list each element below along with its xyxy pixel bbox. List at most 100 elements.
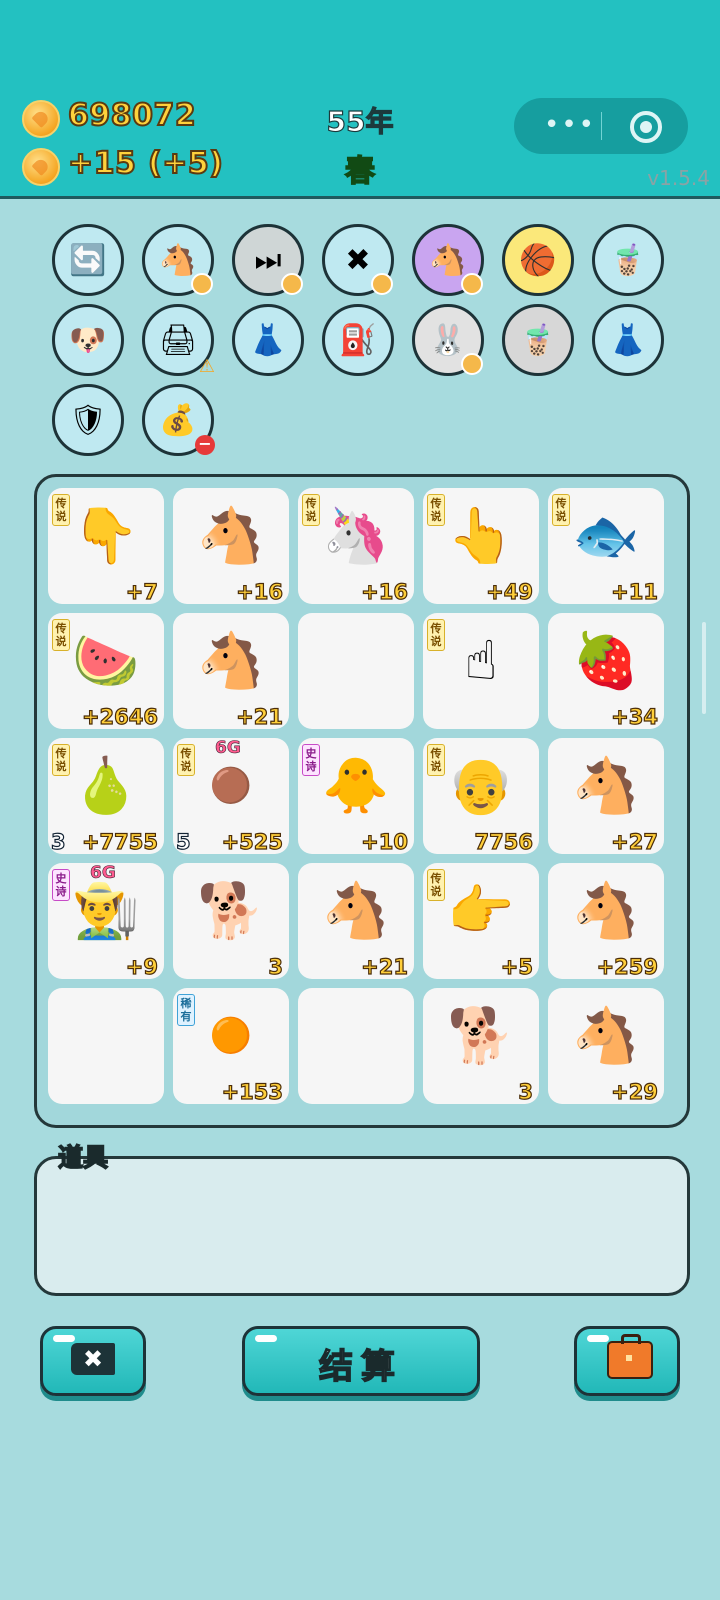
- horse-icon: 🐴: [197, 504, 265, 567]
- props-label: 道具: [57, 1142, 109, 1173]
- item-value: +11: [611, 579, 659, 604]
- delete-tag-icon[interactable]: ✖: [322, 224, 394, 296]
- bag-button[interactable]: [574, 1326, 680, 1396]
- board-cell-empty[interactable]: [298, 613, 414, 729]
- horse-pair-purple-icon[interactable]: 🐴: [412, 224, 484, 296]
- rarity-badge: 传说: [302, 494, 320, 526]
- shield-wrench-icon[interactable]: 🛡: [52, 384, 124, 456]
- item-value: 7756: [474, 829, 534, 854]
- board-cell-horse-strawberry[interactable]: 🍓 +34: [548, 613, 664, 730]
- item-value: +49: [486, 579, 534, 604]
- item-value: +259: [596, 954, 659, 979]
- remove-icon: −: [195, 435, 215, 455]
- printer-icon[interactable]: 🖨 ⚠: [142, 304, 215, 377]
- horse-icon: 🐴: [197, 629, 265, 692]
- board-cell-horse[interactable]: 🐴 +21: [173, 613, 289, 730]
- network-tag: 6G: [90, 863, 116, 884]
- scrollbar[interactable]: [702, 622, 706, 714]
- item-value: +7755: [81, 829, 158, 854]
- item-value: +29: [611, 1079, 659, 1104]
- rarity-badge: 传说: [52, 619, 70, 651]
- coin-icon: [22, 148, 60, 186]
- briefcase-icon: [607, 1334, 653, 1379]
- item-value: 3: [518, 1079, 534, 1104]
- board-cell-longan[interactable]: 🟤 传说 6G 5 +525: [173, 738, 289, 855]
- rabbit-icon[interactable]: 🐰: [412, 304, 484, 376]
- rarity-badge: 传说: [427, 744, 445, 776]
- board-cell-pomelo[interactable]: 🍐 传说 3 +7755: [48, 738, 164, 855]
- board-cell-empty[interactable]: [48, 988, 164, 1104]
- board-cell-pointing-hand[interactable]: 👆 传说 +49: [423, 488, 539, 605]
- board-cell-unicorn[interactable]: 🦄 传说 +16: [298, 488, 414, 605]
- item-value: +16: [236, 579, 284, 604]
- board-cell-horse[interactable]: 🐴 +21: [298, 863, 414, 980]
- board-cell-pointing-right-hand[interactable]: 👉 传说 +5: [423, 863, 539, 980]
- board-cell-horse[interactable]: 🐴 +29: [548, 988, 664, 1105]
- item-value: +21: [361, 954, 409, 979]
- item-value: +10: [361, 829, 409, 854]
- skirt-icon[interactable]: 👗: [592, 304, 664, 376]
- item-count: 3: [50, 829, 66, 854]
- warning-icon: ⚠: [198, 356, 215, 377]
- coin-total: 698072: [67, 97, 197, 134]
- game-year: 55年: [326, 104, 394, 138]
- item-value: +16: [361, 579, 409, 604]
- horse-pair-icon[interactable]: 🐴: [142, 224, 214, 296]
- board-cell-orange[interactable]: 🟠 稀有 +153: [173, 988, 289, 1105]
- board-cell-horse[interactable]: 🐴 +259: [548, 863, 664, 980]
- board-cell-farmer[interactable]: 👨‍🌾 史诗 6G +9: [48, 863, 164, 980]
- refresh-icon[interactable]: 🔄: [52, 224, 124, 296]
- network-tag: 6G: [215, 738, 241, 759]
- basketballs-icon[interactable]: 🏀: [502, 224, 574, 296]
- item-value: +153: [221, 1079, 284, 1104]
- pump-icon[interactable]: ⛽: [322, 304, 394, 376]
- board-cell-pointing-up-hand[interactable]: ☝ 传说: [423, 613, 539, 729]
- horse-icon: 🐴: [322, 879, 390, 942]
- skirt-icon[interactable]: 👗: [232, 304, 304, 376]
- board-cell-husky[interactable]: 🐕 3: [173, 863, 289, 980]
- board-cell-watermelon[interactable]: 🍉 传说 +2646: [48, 613, 164, 730]
- props-panel: [34, 1156, 690, 1296]
- item-value: 3: [268, 954, 284, 979]
- board-cell-horse[interactable]: 🐴 +27: [548, 738, 664, 855]
- rarity-badge: 传说: [52, 494, 70, 526]
- item-value: +525: [221, 829, 284, 854]
- delete-button[interactable]: ✖: [40, 1326, 146, 1396]
- board-cell-empty[interactable]: [298, 988, 414, 1104]
- dog-icon[interactable]: 🐶: [52, 304, 124, 376]
- board-cell-chick-granny[interactable]: 🐥 史诗 +10: [298, 738, 414, 855]
- item-value: +27: [611, 829, 659, 854]
- heart-badge-icon: [461, 353, 483, 375]
- rarity-badge: 稀有: [177, 994, 195, 1026]
- horse-icon: 🐴: [572, 754, 640, 817]
- heart-badge-icon: [371, 273, 393, 295]
- skip-icon[interactable]: ⏭: [232, 224, 304, 296]
- item-value: +34: [611, 704, 659, 729]
- item-value: +9: [125, 954, 158, 979]
- rarity-badge: 史诗: [52, 869, 70, 901]
- delete-tag-icon: ✖: [71, 1343, 115, 1375]
- coin-icon: [22, 100, 60, 138]
- capsule-divider: [601, 112, 602, 140]
- board-cell-pointing-down-hand[interactable]: 👇 传说 +7: [48, 488, 164, 605]
- board-cell-bald-man[interactable]: 👴 传说 7756: [423, 738, 539, 855]
- milk-tea-icon[interactable]: 🧋: [592, 224, 664, 296]
- settle-button[interactable]: 结算: [242, 1326, 480, 1396]
- button-shine: [53, 1335, 75, 1342]
- item-value: +7: [125, 579, 158, 604]
- item-count: 5: [175, 829, 191, 854]
- top-bar: 698072 +15 (+5) 55年 春 •••: [0, 0, 720, 199]
- rarity-badge: 传说: [52, 744, 70, 776]
- button-shine: [587, 1335, 609, 1342]
- close-miniprogram-icon[interactable]: [630, 111, 662, 143]
- settle-label: 结算: [318, 1346, 403, 1388]
- board-cell-horse[interactable]: 🐴 +16: [173, 488, 289, 605]
- board-cell-koi-fish[interactable]: 🐟 传说 +11: [548, 488, 664, 605]
- heart-badge-icon: [191, 273, 213, 295]
- bag-icon[interactable]: 💰 −: [142, 384, 215, 456]
- more-menu-button[interactable]: •••: [538, 112, 602, 138]
- version-label: v1.5.4: [647, 166, 710, 190]
- coin-income-bonus: (+5): [147, 145, 224, 182]
- board-cell-husky[interactable]: 🐕 3: [423, 988, 539, 1105]
- milk-tea-icon[interactable]: 🧋: [502, 304, 574, 376]
